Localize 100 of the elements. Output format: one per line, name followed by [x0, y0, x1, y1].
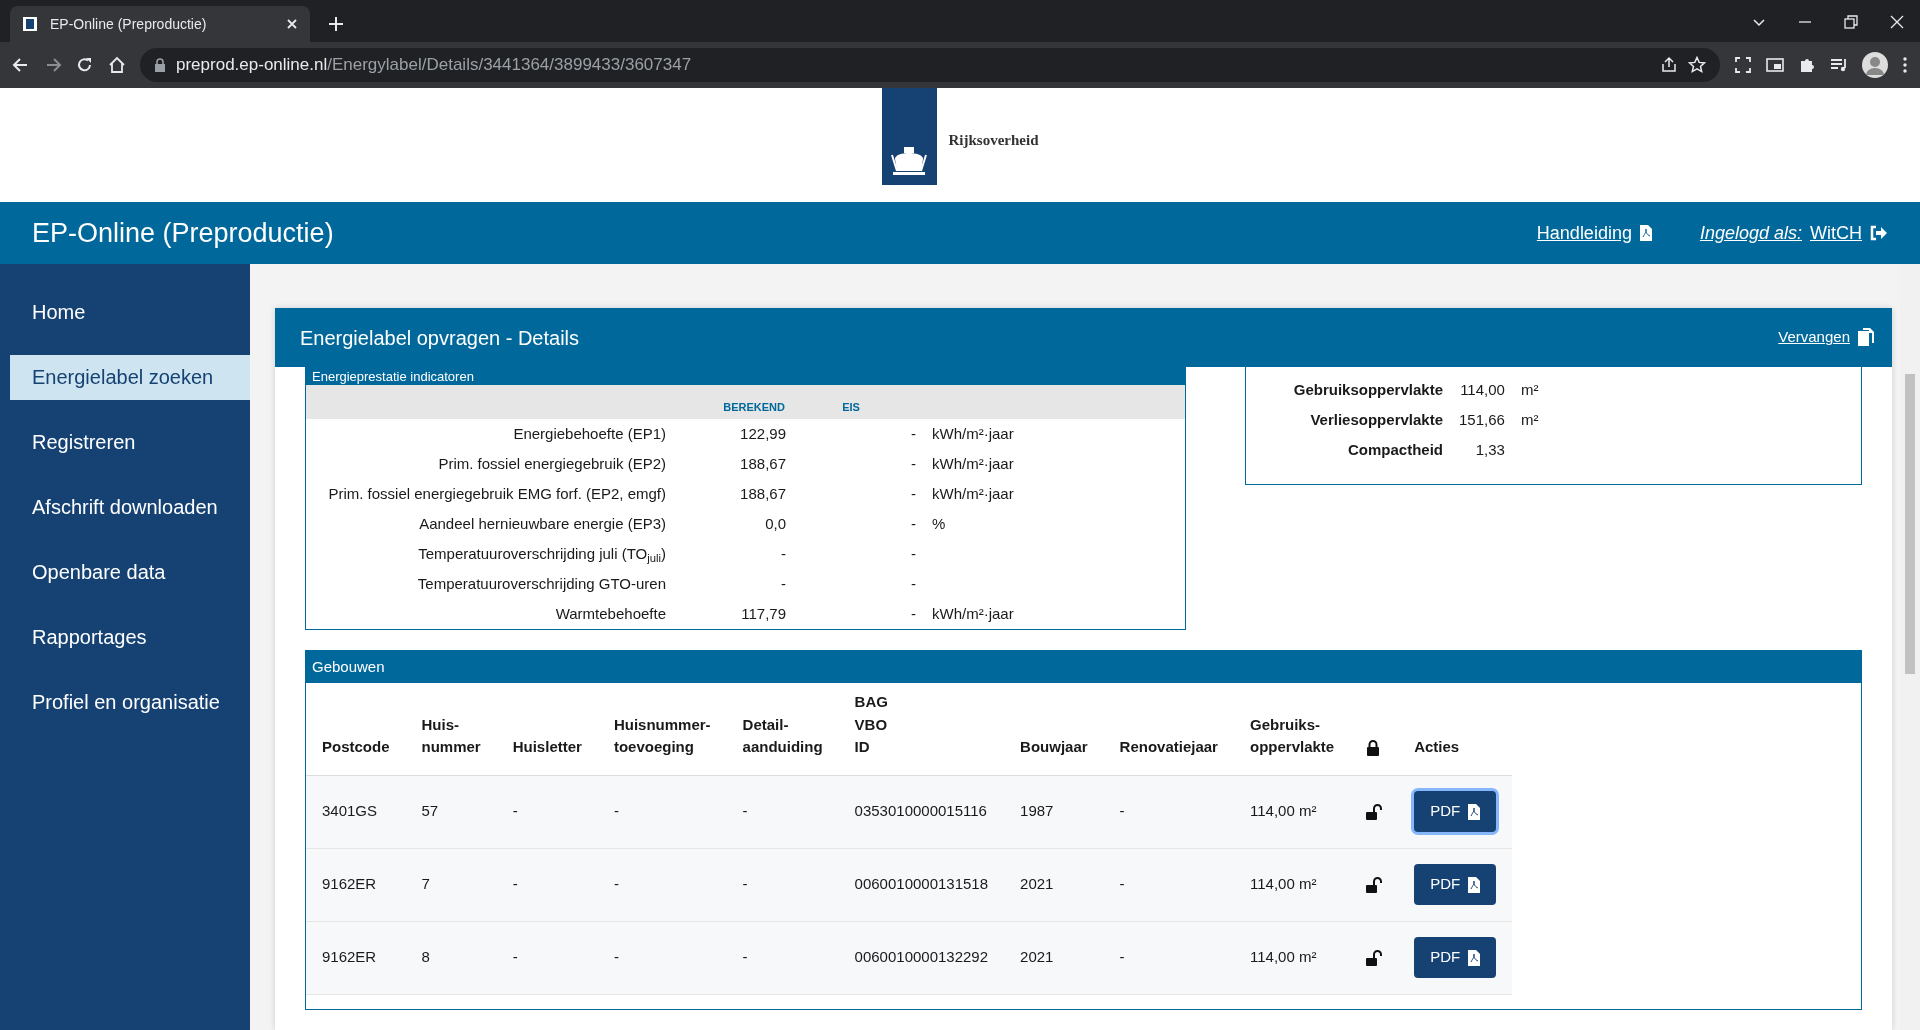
indicator-label: Warmtebehoefte — [555, 604, 666, 622]
table-cell: 0353010000015116 — [854, 802, 987, 820]
table-cell: - — [613, 802, 619, 820]
area-label: Gebruiksoppervlakte — [1293, 380, 1443, 398]
table-cell: 1987 — [1020, 802, 1054, 820]
table-cell: 0060010000131518 — [854, 875, 989, 893]
indicator-label: Temperatuuroverschrijding GTO-uren — [417, 574, 666, 592]
avatar-icon[interactable] — [1862, 52, 1888, 78]
table-cell: 9162ER — [322, 875, 377, 893]
restore-icon[interactable] — [1843, 14, 1859, 30]
table-cell: - — [742, 948, 748, 966]
value-text: 188,67 — [740, 454, 786, 472]
column-header: Huisletter — [512, 737, 582, 757]
column-header: Huis-nummer — [421, 714, 481, 757]
forward-icon[interactable] — [44, 56, 62, 74]
table-cell: - — [512, 875, 518, 893]
value-text: 1,33 — [1475, 440, 1505, 458]
crest-icon — [889, 145, 929, 177]
table-cell: - — [1119, 802, 1125, 820]
sidebar-item[interactable]: Afschrift downloaden — [10, 485, 250, 530]
table-cell: - — [613, 948, 619, 966]
sidebar-item[interactable]: Openbare data — [10, 550, 250, 595]
address-bar[interactable]: preprod.ep-online.nl/Energylabel/Details/3441364/3899433/3607347 — [140, 48, 1720, 82]
close-icon — [286, 18, 298, 30]
indicator-label: Prim. fossiel energiegebruik EMG forf. (EP2, emgf) — [328, 484, 666, 502]
requirement-text: - — [911, 424, 916, 442]
fullscreen-icon[interactable] — [1734, 56, 1752, 74]
pdf-file-icon — [1468, 803, 1481, 820]
card-title: Gebouwen — [306, 651, 1861, 683]
area-label: Verliesoppervlakte — [1310, 410, 1443, 428]
value-text: - — [781, 544, 786, 562]
more-icon[interactable] — [1902, 56, 1908, 74]
table-cell: 114,00 m² — [1249, 802, 1317, 820]
column-header: Gebruiks-oppervlakte — [1249, 714, 1335, 757]
card-title: Energieprestatie indicatoren — [306, 368, 1185, 385]
table-cell: 7 — [421, 875, 430, 893]
sidebar-item[interactable]: Profiel en organisatie — [10, 680, 250, 725]
table-cell: 114,00 m² — [1249, 948, 1317, 966]
unit-text: kWh/m²·jaar — [932, 454, 1014, 472]
column-header: Postcode — [322, 737, 390, 757]
table-cell: 2021 — [1020, 875, 1054, 893]
sidebar-item[interactable]: Registreren — [10, 420, 250, 465]
pdf-button[interactable]: PDF — [1414, 937, 1497, 978]
new-tab-icon[interactable] — [328, 16, 344, 32]
reload-icon[interactable] — [76, 56, 94, 74]
indicator-label: Aandeel hernieuwbare energie (EP3) — [419, 514, 666, 532]
star-icon[interactable] — [1688, 56, 1706, 74]
panel-title: Energielabel opvragen - Details — [300, 325, 580, 351]
value-text: 117,79 — [741, 604, 786, 622]
pdf-button[interactable]: PDF — [1414, 791, 1497, 832]
table-cell: - — [742, 802, 748, 820]
replace-link[interactable]: Vervangen — [1778, 326, 1874, 349]
playlist-icon[interactable] — [1830, 56, 1848, 74]
requirement-text: - — [911, 484, 916, 502]
table-cell: - — [1119, 875, 1125, 893]
manual-link[interactable]: Handleiding — [1536, 219, 1652, 247]
table-cell: 57 — [421, 802, 439, 820]
table-cell: 3401GS — [322, 802, 378, 820]
value-text: - — [781, 574, 786, 592]
requirement-text: - — [911, 454, 916, 472]
table-cell: 9162ER — [322, 948, 377, 966]
sidebar-item[interactable]: Rapportages — [10, 615, 250, 660]
table-cell: 114,00 m² — [1249, 875, 1317, 893]
picture-in-picture-icon[interactable] — [1766, 56, 1784, 74]
lock-icon — [154, 58, 166, 72]
pdf-file-icon — [1468, 876, 1481, 893]
share-icon[interactable] — [1660, 56, 1678, 74]
column-header: EIS — [786, 385, 916, 419]
sidebar-item[interactable]: Home — [10, 290, 250, 335]
indicator-label: Temperatuuroverschrijding juli (TO$_{juli}$) — [418, 544, 666, 562]
pdf-file-icon — [1468, 949, 1481, 966]
favicon-icon — [22, 16, 38, 32]
column-header: Renovatiejaar — [1119, 737, 1218, 757]
browser-tab[interactable]: EP-Online (Preproductie) — [10, 6, 310, 42]
column-header: Huisnummer-toevoeging — [613, 714, 711, 757]
unit-text: % — [932, 514, 946, 532]
value-text: 114,00 — [1460, 380, 1505, 398]
table-cell: - — [742, 875, 748, 893]
logout-link[interactable]: Ingelogd als: WitCH — [1699, 219, 1888, 247]
back-icon[interactable] — [12, 56, 30, 74]
unit-text: kWh/m²·jaar — [932, 604, 1014, 622]
copy-icon — [1858, 328, 1874, 347]
home-icon[interactable] — [108, 56, 126, 74]
requirement-text: - — [911, 514, 916, 532]
close-icon[interactable] — [1889, 14, 1905, 30]
value-text: 0,0 — [765, 514, 786, 532]
column-header: Detail-aanduiding — [742, 714, 823, 757]
table-cell: - — [512, 802, 518, 820]
table-cell: - — [1119, 948, 1125, 966]
table-cell: 8 — [421, 948, 430, 966]
unit-text: kWh/m²·jaar — [932, 484, 1014, 502]
puzzle-icon[interactable] — [1798, 56, 1816, 74]
column-header: Acties — [1414, 737, 1460, 757]
tab-title: EP-Online (Preproductie) — [50, 14, 208, 34]
column-header: BAG VBO ID — [854, 692, 888, 757]
pdf-button[interactable]: PDF — [1414, 864, 1497, 905]
table-cell: - — [512, 948, 518, 966]
value-text: 151,66 — [1459, 410, 1505, 428]
brand-name: Rijksoverheid — [948, 131, 1039, 150]
sidebar-item[interactable]: Energielabel zoeken — [10, 355, 250, 400]
